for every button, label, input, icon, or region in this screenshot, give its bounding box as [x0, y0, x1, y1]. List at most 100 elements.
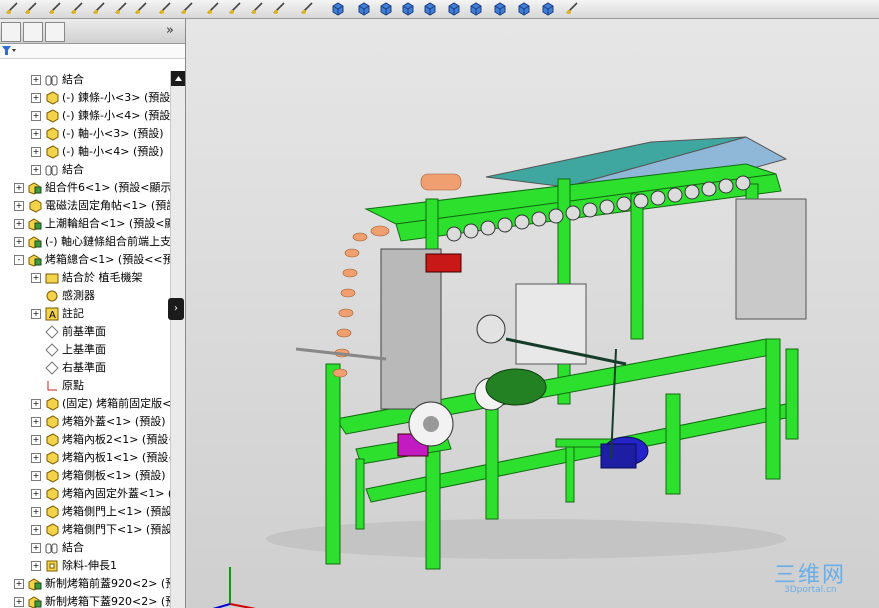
- tree-item[interactable]: + 烤箱外蓋<1> (預設): [0, 413, 170, 431]
- tree-item[interactable]: + (-) 鍊條-小<4> (預設): [0, 107, 170, 125]
- rectangle-icon[interactable]: [70, 1, 85, 16]
- expand-icon[interactable]: +: [31, 93, 41, 103]
- expand-icon[interactable]: +: [31, 453, 41, 463]
- tree-item[interactable]: + 烤箱內板2<1> (預設<<: [0, 431, 170, 449]
- scroll-up-button[interactable]: [171, 71, 185, 86]
- cube-icon[interactable]: [446, 1, 461, 16]
- grid-icon[interactable]: [206, 1, 221, 16]
- graphics-area[interactable]: 三维网 3Dportal.cn: [186, 19, 879, 608]
- tree-item[interactable]: + 新制烤箱下蓋920<2> (預設: [0, 593, 170, 608]
- cube-icon[interactable]: [400, 1, 415, 16]
- tree-item[interactable]: + 新制烤箱前蓋920<2> (預設: [0, 575, 170, 593]
- offset-icon[interactable]: [250, 1, 265, 16]
- expand-icon[interactable]: +: [14, 183, 24, 193]
- tree-item[interactable]: 感測器: [0, 287, 170, 305]
- expand-icon[interactable]: +: [31, 561, 41, 571]
- sketch-icon[interactable]: [5, 1, 20, 16]
- expand-icon[interactable]: +: [31, 507, 41, 517]
- smart-dimension-icon[interactable]: [24, 1, 39, 16]
- tree-item[interactable]: + 除料-伸長1: [0, 557, 170, 575]
- expand-icon[interactable]: +: [31, 273, 41, 283]
- line-icon[interactable]: [48, 1, 63, 16]
- panel-collapse-handle[interactable]: ›: [168, 298, 184, 320]
- mate-icon: [45, 73, 59, 87]
- spline-icon[interactable]: [134, 1, 149, 16]
- filter-icon[interactable]: [2, 46, 16, 56]
- tree-item[interactable]: + 烤箱側門上<1> (預設): [0, 503, 170, 521]
- tree-item[interactable]: + 烤箱內固定外蓋<1> (預: [0, 485, 170, 503]
- expand-icon[interactable]: +: [31, 165, 41, 175]
- tree-item[interactable]: + (-) 軸心鏈條組合前端上支3: [0, 233, 170, 251]
- tree-item[interactable]: + 烤箱內板1<1> (預設<<: [0, 449, 170, 467]
- undo-icon[interactable]: [272, 1, 287, 16]
- expand-icon[interactable]: +: [31, 489, 41, 499]
- tree-item[interactable]: 上基準面: [0, 341, 170, 359]
- feature-icon: [45, 559, 59, 573]
- cube-icon[interactable]: [468, 1, 483, 16]
- tree-item[interactable]: + 烤箱側板<1> (預設): [0, 467, 170, 485]
- expand-icon[interactable]: +: [31, 543, 41, 553]
- expand-icon[interactable]: +: [31, 111, 41, 121]
- tree-item[interactable]: + 組合件6<1> (預設<顯示狀: [0, 179, 170, 197]
- cube-icon[interactable]: [356, 1, 371, 16]
- tree-item[interactable]: + (-) 軸-小<3> (預設): [0, 125, 170, 143]
- cube-icon[interactable]: [492, 1, 507, 16]
- point-icon[interactable]: [158, 1, 173, 16]
- expand-icon[interactable]: +: [31, 417, 41, 427]
- tree-item[interactable]: + 結合: [0, 539, 170, 557]
- tree-item[interactable]: + (-) 軸-小<4> (預設): [0, 143, 170, 161]
- filter-row: [0, 44, 185, 59]
- expand-icon[interactable]: +: [31, 435, 41, 445]
- expand-arrows[interactable]: »: [166, 23, 174, 38]
- tree-item[interactable]: + 烤箱側門下<1> (預設): [0, 521, 170, 539]
- tree-item[interactable]: + (固定) 烤箱前固定版<1: [0, 395, 170, 413]
- tree-item[interactable]: 右基準面: [0, 359, 170, 377]
- collapse-icon[interactable]: -: [14, 255, 24, 265]
- expand-icon[interactable]: +: [14, 237, 24, 247]
- tree-item[interactable]: - 烤箱總合<1> (預設<<預設: [0, 251, 170, 269]
- expand-icon[interactable]: +: [31, 309, 41, 319]
- expand-icon[interactable]: +: [31, 471, 41, 481]
- expand-icon[interactable]: +: [31, 75, 41, 85]
- tree-item-label: 烤箱側板<1> (預設): [62, 469, 166, 482]
- expand-icon[interactable]: +: [14, 201, 24, 211]
- cube-icon[interactable]: [540, 1, 555, 16]
- mirror-icon[interactable]: [228, 1, 243, 16]
- expand-icon[interactable]: +: [14, 579, 24, 589]
- property-manager-tab[interactable]: [23, 22, 43, 42]
- tree-item-label: 電磁法固定角帖<1> (預設: [45, 199, 170, 212]
- tree-item[interactable]: 前基準面: [0, 323, 170, 341]
- tree-item[interactable]: + A 註記: [0, 305, 170, 323]
- tree-item-label: 新制烤箱下蓋920<2> (預設: [45, 595, 170, 608]
- tree-item[interactable]: + 上潮輪組合<1> (預設<顯示: [0, 215, 170, 233]
- sensor-icon: [45, 289, 59, 303]
- arc-icon[interactable]: [114, 1, 129, 16]
- expand-icon[interactable]: +: [14, 219, 24, 229]
- circle-icon[interactable]: [92, 1, 107, 16]
- view-orientation-icon[interactable]: [300, 1, 315, 16]
- plane-icon: [45, 343, 59, 357]
- trim-icon[interactable]: [180, 1, 195, 16]
- tree-item[interactable]: + 結合於 植毛機架: [0, 269, 170, 287]
- configuration-manager-tab[interactable]: [45, 22, 65, 42]
- tree-item[interactable]: + 結合: [0, 71, 170, 89]
- tree-item[interactable]: + (-) 鍊條-小<3> (預設): [0, 89, 170, 107]
- expand-icon[interactable]: +: [14, 597, 24, 607]
- cube-icon[interactable]: [378, 1, 393, 16]
- part-icon: [45, 415, 59, 429]
- measure-icon[interactable]: [565, 1, 580, 16]
- feature-manager-tab[interactable]: [1, 22, 21, 42]
- expand-icon[interactable]: +: [31, 399, 41, 409]
- tree-scrollbar[interactable]: [170, 71, 185, 608]
- expand-icon[interactable]: +: [31, 525, 41, 535]
- cube-icon[interactable]: [516, 1, 531, 16]
- expand-icon[interactable]: +: [31, 147, 41, 157]
- tree-item[interactable]: + 結合: [0, 161, 170, 179]
- toolbar: [0, 0, 879, 19]
- tree-item[interactable]: 原點: [0, 377, 170, 395]
- expand-icon[interactable]: +: [31, 129, 41, 139]
- watermark: 三维网 3Dportal.cn: [774, 557, 846, 595]
- cube-icon[interactable]: [330, 1, 345, 16]
- tree-item[interactable]: + 電磁法固定角帖<1> (預設: [0, 197, 170, 215]
- cube-icon[interactable]: [422, 1, 437, 16]
